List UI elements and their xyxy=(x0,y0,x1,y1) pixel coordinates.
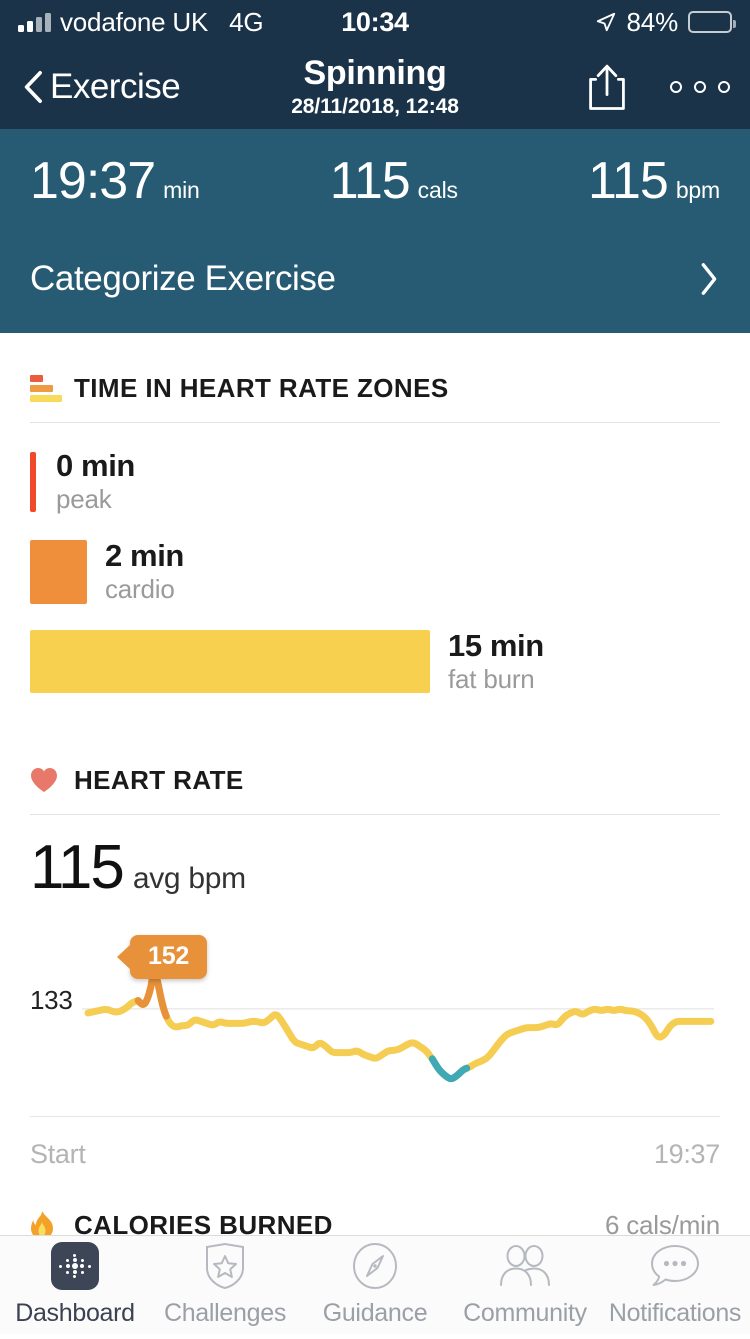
tab-challenges[interactable]: Challenges xyxy=(150,1242,300,1328)
heart-rate-section-title: HEART RATE xyxy=(74,764,244,795)
signal-bars-icon xyxy=(18,12,51,32)
status-bar: vodafone UK 4G 10:34 84% xyxy=(0,0,750,44)
hr-zone-name: peak xyxy=(56,483,112,514)
stat-calories-value: 115 xyxy=(329,152,411,210)
back-button-label: Exercise xyxy=(50,66,181,106)
network-type-label: 4G xyxy=(229,6,264,37)
hr-zone-minutes: 0 min xyxy=(56,448,135,483)
compass-icon xyxy=(352,1242,398,1290)
stat-calories: 115 cals xyxy=(200,155,588,207)
chart-x-end-label: 19:37 xyxy=(653,1138,720,1169)
hr-zones-bars-icon xyxy=(30,375,64,402)
nav-actions xyxy=(588,63,730,111)
hr-zone-text: 2 min cardio xyxy=(105,537,184,605)
chevron-left-icon xyxy=(24,70,42,103)
categorize-exercise-label: Categorize Exercise xyxy=(30,259,336,298)
tab-dashboard-label: Dashboard xyxy=(15,1299,135,1327)
hr-zone-row[interactable]: 0 min peak xyxy=(30,448,720,515)
heart-rate-avg-value: 115 xyxy=(30,832,125,902)
heart-icon xyxy=(30,767,64,793)
tab-community[interactable]: Community xyxy=(450,1242,600,1328)
hr-zone-minutes: 15 min xyxy=(448,627,544,663)
tab-guidance[interactable]: Guidance xyxy=(300,1242,450,1328)
heart-rate-block: 115 avg bpm 133 152 xyxy=(0,815,750,1106)
hr-zones-section-title: TIME IN HEART RATE ZONES xyxy=(74,373,449,403)
stat-duration: 19:37 min xyxy=(30,155,200,207)
fitbit-dots-icon xyxy=(51,1242,99,1290)
hr-zone-row[interactable]: 15 min fat burn xyxy=(30,627,720,695)
hr-zone-name: fat burn xyxy=(448,663,535,694)
tab-notifications-label: Notifications xyxy=(608,1299,742,1327)
summary-stats-row: 19:37 min 115 cals 115 bpm xyxy=(0,155,750,207)
chart-x-start-label: Start xyxy=(30,1138,86,1169)
categorize-exercise-row[interactable]: Categorize Exercise xyxy=(0,207,750,333)
hr-zone-bar xyxy=(30,451,36,512)
chart-y-axis-label: 133 xyxy=(30,984,73,1015)
hr-zone-name: cardio xyxy=(105,573,175,604)
hr-zone-bar xyxy=(30,630,430,694)
heart-rate-avg-unit: avg bpm xyxy=(132,861,246,895)
hr-zone-bar xyxy=(30,539,87,604)
stat-bpm-unit: bpm xyxy=(675,177,720,203)
two-people-icon xyxy=(498,1242,552,1290)
content-area: TIME IN HEART RATE ZONES 0 min peak 2 mi… xyxy=(0,333,750,1336)
hr-zone-text: 0 min peak xyxy=(56,448,135,515)
back-button[interactable]: Exercise xyxy=(20,66,181,107)
battery-icon xyxy=(688,11,736,33)
shield-star-icon xyxy=(203,1242,247,1290)
more-options-icon[interactable] xyxy=(670,80,730,93)
location-arrow-icon xyxy=(596,12,615,32)
hr-zone-text: 15 min fat burn xyxy=(448,627,544,695)
stat-duration-value: 19:37 xyxy=(30,152,156,210)
navigation-bar: Exercise Spinning 28/11/2018, 12:48 xyxy=(0,44,750,129)
chat-bubble-icon xyxy=(650,1242,700,1290)
chart-x-axis: Start 19:37 xyxy=(0,1117,750,1170)
workout-summary: 19:37 min 115 cals 115 bpm Categorize Ex… xyxy=(0,129,750,333)
status-bar-right: 84% xyxy=(595,6,736,38)
tab-guidance-label: Guidance xyxy=(322,1299,428,1327)
tab-community-label: Community xyxy=(463,1299,587,1327)
stat-duration-unit: min xyxy=(163,177,200,203)
stat-bpm: 115 bpm xyxy=(588,155,720,207)
tab-dashboard[interactable]: Dashboard xyxy=(0,1242,150,1328)
heart-rate-section-header: HEART RATE xyxy=(0,725,750,814)
hr-zones-section-header: TIME IN HEART RATE ZONES xyxy=(0,333,750,422)
stat-calories-unit: cals xyxy=(417,177,458,203)
share-icon[interactable] xyxy=(588,63,626,111)
hr-zone-row[interactable]: 2 min cardio xyxy=(30,537,720,605)
tab-notifications[interactable]: Notifications xyxy=(600,1242,750,1328)
hr-zone-minutes: 2 min xyxy=(105,537,184,573)
chevron-right-icon xyxy=(701,263,717,295)
status-bar-left: vodafone UK 4G xyxy=(18,6,264,38)
bottom-tab-bar: Dashboard Challenges Guidance Community … xyxy=(0,1235,750,1334)
chart-peak-callout: 152 xyxy=(130,934,208,979)
hr-zones-list: 0 min peak 2 min cardio 15 min fat burn xyxy=(0,423,750,725)
heart-rate-average: 115 avg bpm xyxy=(30,832,720,902)
carrier-label: vodafone UK xyxy=(60,6,209,37)
heart-rate-chart[interactable]: 133 152 xyxy=(30,931,720,1106)
battery-percent-label: 84% xyxy=(626,6,679,37)
stat-bpm-value: 115 xyxy=(587,152,669,210)
tab-challenges-label: Challenges xyxy=(163,1299,287,1327)
